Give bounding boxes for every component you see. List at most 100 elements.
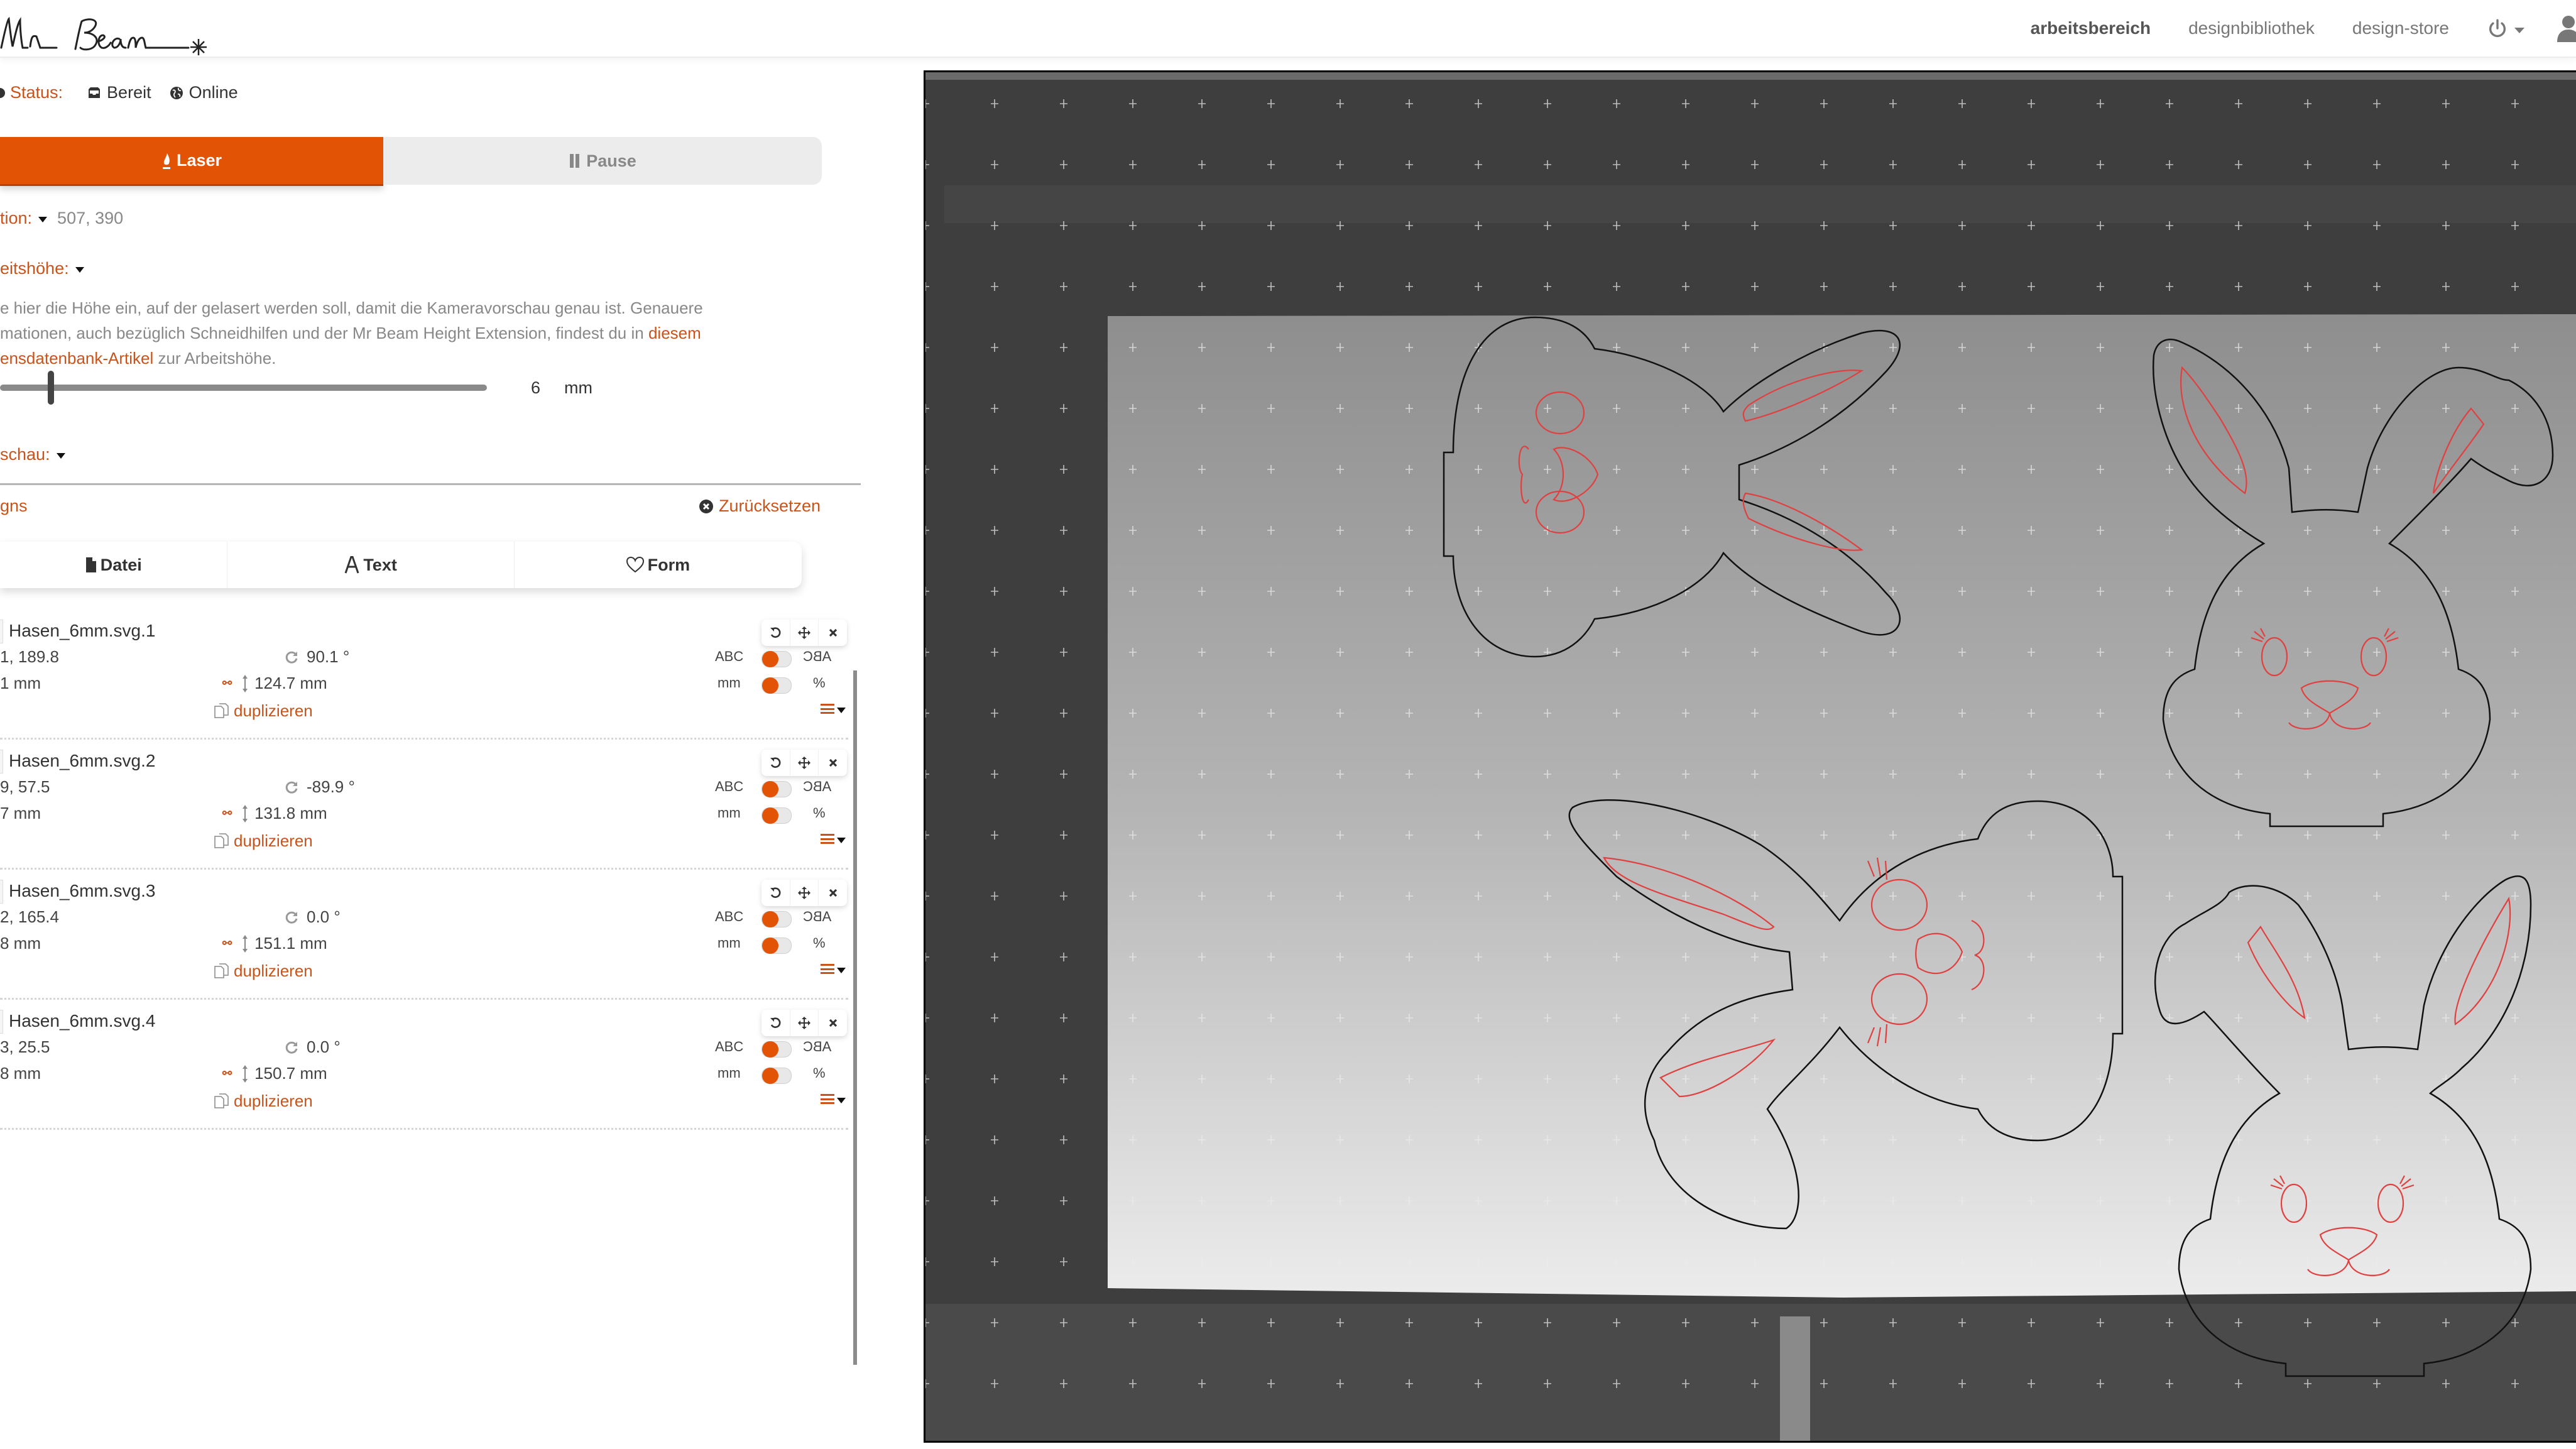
design-name: Hasen_6mm.svg.4	[9, 1011, 156, 1031]
design-height[interactable]: ⚯ 151.1 mm	[222, 934, 327, 953]
duplicate-button[interactable]: duplizieren	[214, 831, 313, 851]
rotate-button[interactable]	[761, 1010, 790, 1036]
unit-mm-label: mm	[718, 675, 741, 691]
design-rotation[interactable]: 90.1 °	[284, 647, 349, 667]
mirror-toggle[interactable]	[761, 911, 792, 927]
work-height-slider[interactable]	[0, 371, 487, 405]
preview-toggle[interactable]: schau:	[0, 445, 65, 464]
rotation-value: 0.0 °	[307, 907, 341, 926]
bed-edge	[925, 72, 2576, 80]
link-icon[interactable]: ⚯	[222, 1067, 232, 1080]
times-circle-icon	[699, 499, 713, 513]
laser-button[interactable]: Laser	[0, 137, 383, 186]
globe-icon	[170, 86, 183, 99]
pause-button[interactable]: Pause	[383, 137, 822, 185]
rotate-button[interactable]	[761, 750, 790, 776]
design-rotation[interactable]: 0.0 °	[284, 1037, 341, 1057]
work-height-toggle[interactable]: eitshöhe:	[0, 259, 84, 278]
close-icon	[829, 1019, 837, 1027]
design-width[interactable]: 8 mm	[0, 1064, 41, 1083]
unit-toggle[interactable]	[761, 938, 792, 954]
design-width[interactable]: 1 mm	[0, 674, 41, 693]
nav-arbeitsbereich[interactable]: arbeitsbereich	[2031, 18, 2151, 38]
design-options-menu[interactable]	[821, 704, 846, 714]
design-options-menu[interactable]	[821, 964, 846, 974]
design-list-item[interactable]: Hasen_6mm.svg.1 1, 189.8 1 mm 90.1 ° ⚯ 1…	[0, 610, 848, 740]
designs-label: gns	[0, 496, 28, 515]
rotate-icon	[285, 651, 298, 664]
unit-toggle[interactable]	[761, 807, 792, 824]
design-position[interactable]: 1, 189.8	[0, 647, 59, 667]
work-height-help: e hier die Höhe ein, auf der gelasert we…	[0, 295, 773, 371]
link-icon[interactable]: ⚯	[222, 807, 232, 820]
link-icon[interactable]: ⚯	[222, 677, 232, 690]
work-height-unit: mm	[564, 378, 592, 397]
design-list-item[interactable]: Hasen_6mm.svg.4 3, 25.5 8 mm 0.0 ° ⚯ 150…	[0, 1000, 848, 1130]
arrows-v-icon	[243, 674, 248, 692]
add-text-button[interactable]: Text	[227, 542, 515, 588]
unit-toggle[interactable]	[761, 677, 792, 694]
rotate-button[interactable]	[761, 880, 790, 906]
design-list-item[interactable]: Hasen_6mm.svg.2 9, 57.5 7 mm -89.9 ° ⚯ 1…	[0, 740, 848, 870]
slider-handle[interactable]	[48, 371, 54, 405]
section-divider	[0, 483, 861, 485]
move-button[interactable]	[790, 1010, 819, 1036]
add-shape-button[interactable]: Form	[515, 542, 802, 588]
position-toggle[interactable]: tion: 507, 390	[0, 209, 123, 228]
move-button[interactable]	[790, 620, 819, 646]
mirror-toggle[interactable]	[761, 1041, 792, 1058]
duplicate-button[interactable]: duplizieren	[214, 961, 313, 981]
design-list-item[interactable]: Hasen_6mm.svg.3 2, 165.4 8 mm 0.0 ° ⚯ 15…	[0, 870, 848, 1000]
undo-icon	[770, 1017, 781, 1028]
fire-icon	[162, 153, 170, 169]
height-value: 151.1 mm	[254, 934, 327, 953]
link-icon[interactable]: ⚯	[222, 937, 232, 950]
move-button[interactable]	[790, 880, 819, 906]
reset-button[interactable]: Zurücksetzen	[699, 496, 821, 516]
svg-file-icon	[0, 620, 3, 643]
remove-button[interactable]	[819, 750, 847, 776]
design-width[interactable]: 8 mm	[0, 934, 41, 953]
remove-button[interactable]	[819, 1010, 847, 1036]
close-icon	[829, 758, 837, 767]
arrows-icon	[798, 887, 810, 899]
mr-beam-logo[interactable]	[0, 11, 214, 55]
rotate-button[interactable]	[761, 620, 790, 646]
pause-button-label: Pause	[586, 151, 636, 170]
design-width[interactable]: 7 mm	[0, 804, 41, 823]
bed-clamp	[1780, 1316, 1810, 1441]
caret-down-icon	[837, 967, 846, 973]
mirror-toggle[interactable]	[761, 651, 792, 667]
add-file-button[interactable]: Datei	[0, 542, 228, 588]
design-height[interactable]: ⚯ 131.8 mm	[222, 804, 327, 823]
undo-icon	[770, 757, 781, 768]
design-position[interactable]: 3, 25.5	[0, 1037, 50, 1057]
duplicate-button[interactable]: duplizieren	[214, 701, 313, 721]
design-height[interactable]: ⚯ 124.7 mm	[222, 674, 327, 693]
nav-design-store[interactable]: design-store	[2352, 18, 2449, 38]
mirror-toggle[interactable]	[761, 781, 792, 797]
power-menu[interactable]	[2487, 18, 2524, 39]
design-tools	[761, 880, 847, 906]
move-button[interactable]	[790, 750, 819, 776]
design-list-scrollbar[interactable]	[853, 670, 857, 1365]
rotation-value: 90.1 °	[307, 647, 350, 666]
camera-preview[interactable]	[925, 72, 2576, 1443]
design-height[interactable]: ⚯ 150.7 mm	[222, 1064, 327, 1083]
design-options-menu[interactable]	[821, 834, 846, 844]
design-rotation[interactable]: 0.0 °	[284, 907, 341, 927]
duplicate-button[interactable]: duplizieren	[214, 1091, 313, 1111]
unit-toggle[interactable]	[761, 1068, 792, 1084]
nav-designbibliothek[interactable]: designbibliothek	[2188, 18, 2315, 38]
design-options-menu[interactable]	[821, 1094, 846, 1104]
work-area-canvas[interactable]	[924, 70, 2576, 1443]
design-rotation[interactable]: -89.9 °	[284, 777, 355, 797]
user-icon[interactable]	[2555, 14, 2576, 42]
position-value: 507, 390	[57, 209, 124, 227]
remove-button[interactable]	[819, 880, 847, 906]
remove-button[interactable]	[819, 620, 847, 646]
unit-mm-label: mm	[718, 805, 741, 821]
design-position[interactable]: 2, 165.4	[0, 907, 59, 927]
laser-button-label: Laser	[176, 151, 222, 170]
design-position[interactable]: 9, 57.5	[0, 777, 50, 797]
